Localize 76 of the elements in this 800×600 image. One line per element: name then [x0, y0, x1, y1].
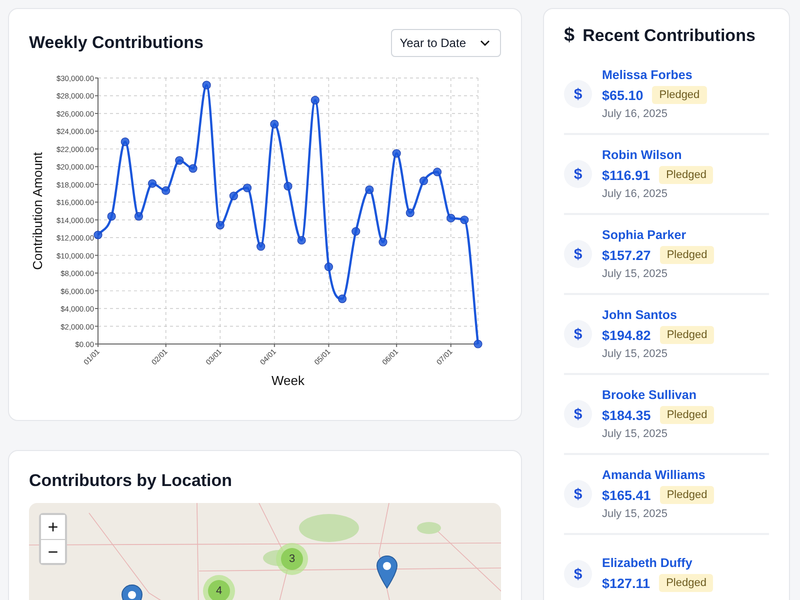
contributor-name[interactable]: Sophia Parker: [602, 228, 714, 242]
data-point: [310, 96, 320, 104]
status-badge: Pledged: [660, 406, 714, 424]
data-point: [202, 80, 211, 90]
data-point: [134, 212, 144, 221]
data-point: [270, 120, 279, 128]
data-point: [352, 227, 360, 236]
x-axis-title: Week: [272, 373, 304, 388]
range-dropdown[interactable]: Year to Date: [390, 29, 501, 57]
contribution-amount: $165.41: [602, 488, 651, 502]
dollar-icon: $: [564, 160, 592, 188]
contribution-amount: $157.27: [602, 248, 651, 262]
data-point: [446, 214, 456, 222]
contribution-amount: $116.91: [602, 168, 650, 182]
data-point: [432, 168, 442, 176]
dollar-icon: $: [564, 25, 575, 47]
contributor-name[interactable]: Robin Wilson: [602, 148, 714, 162]
chevron-down-icon: [480, 40, 490, 46]
contributor-name[interactable]: Amanda Williams: [602, 468, 714, 482]
zoom-out-button[interactable]: −: [41, 539, 65, 563]
card-title: Recent Contributions: [582, 26, 756, 46]
dollar-icon: $: [564, 480, 592, 508]
map-background[interactable]: + − 3 4: [29, 503, 501, 600]
contribution-date: July 15, 2025: [602, 508, 668, 520]
data-point: [460, 216, 469, 224]
data-point: [297, 236, 306, 245]
data-point: [392, 149, 401, 158]
data-point: [148, 179, 157, 188]
status-badge: Pledged: [659, 166, 714, 184]
data-point: [188, 164, 198, 173]
status-badge: Pledged: [660, 326, 714, 344]
contribution-amount: $184.35: [602, 408, 651, 422]
dollar-icon: $: [564, 400, 592, 428]
data-point: [94, 230, 102, 240]
dollar-icon: $: [564, 80, 592, 108]
data-point: [338, 294, 347, 304]
contributor-name[interactable]: Elizabeth Duffy: [602, 556, 714, 570]
contributor-name[interactable]: Melissa Forbes: [602, 68, 707, 82]
data-point: [120, 138, 130, 146]
data-point: [284, 182, 292, 190]
data-point: [474, 340, 482, 348]
status-badge: Pledged: [652, 86, 707, 104]
data-point: [216, 220, 224, 230]
marker-cluster[interactable]: 4: [203, 575, 235, 600]
contribution-amount: $65.10: [602, 88, 644, 102]
data-point: [107, 212, 116, 221]
y-axis-title: Contribution Amount: [30, 152, 45, 270]
contribution-date: July 16, 2025: [602, 108, 668, 120]
marker-cluster[interactable]: 3: [276, 543, 308, 575]
contribution-date: July 15, 2025: [602, 428, 668, 440]
dollar-icon: $: [564, 240, 592, 268]
data-point: [229, 192, 238, 200]
card-title: Weekly Contributions: [29, 33, 204, 53]
contributor-name[interactable]: John Santos: [602, 308, 714, 322]
data-point: [162, 186, 170, 195]
data-point: [365, 185, 374, 194]
contribution-date: July 15, 2025: [602, 268, 668, 280]
data-point: [406, 208, 414, 218]
dollar-icon: $: [564, 320, 592, 348]
contribution-date: July 16, 2025: [602, 188, 668, 200]
contribution-amount: $127.11: [602, 576, 650, 590]
data-point: [324, 262, 334, 272]
status-badge: Pledged: [659, 574, 714, 592]
status-badge: Pledged: [660, 246, 714, 264]
data-point: [256, 242, 266, 251]
status-badge: Pledged: [660, 486, 714, 504]
card-title: Contributors by Location: [29, 471, 234, 491]
data-point: [242, 184, 252, 192]
data-point: [419, 176, 428, 186]
data-point: [175, 156, 184, 165]
contribution-amount: $194.82: [602, 328, 651, 342]
contribution-date: July 15, 2025: [602, 348, 668, 360]
contributor-name[interactable]: Brooke Sullivan: [602, 388, 714, 402]
dollar-icon: $: [564, 560, 592, 588]
map-marker-icon[interactable]: [376, 555, 398, 589]
data-point: [378, 238, 388, 246]
